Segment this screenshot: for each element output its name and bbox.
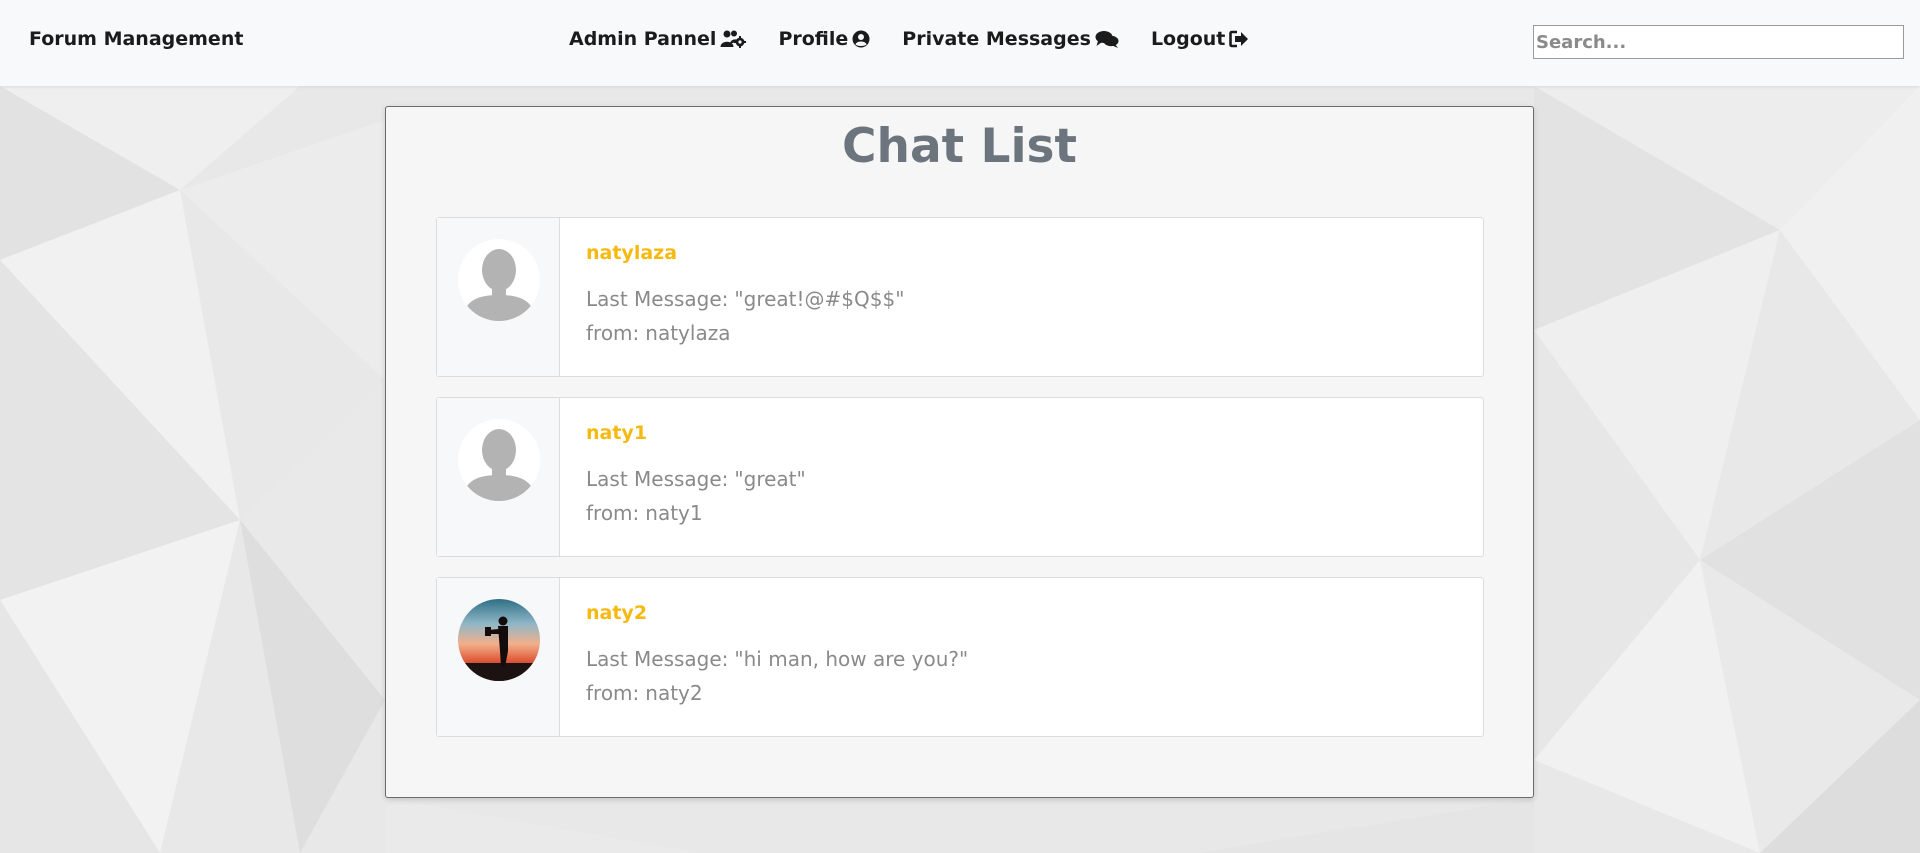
chat-last-message: Last Message: "great!@#$Q$$" [586,287,904,311]
nav-logout-label: Logout [1150,28,1226,50]
chat-last-message: Last Message: "great" [586,467,806,491]
chat-username[interactable]: naty1 [586,422,647,444]
last-message-text: "great!@#$Q$$" [734,287,905,311]
comments-icon [1095,30,1119,48]
nav-admin-panel-link[interactable]: Admin Pannel [569,28,747,50]
chat-from: from: naty2 [586,681,703,705]
nav-private-messages-label: Private Messages [902,28,1091,50]
chat-from: from: naty1 [586,501,703,525]
chat-item-naty1[interactable]: naty1 Last Message: "great" from: naty1 [436,397,1484,557]
chat-avatar-column [437,218,560,376]
search-input[interactable] [1533,25,1904,59]
from-label: from: [586,501,640,525]
chat-item-natylaza[interactable]: natylaza Last Message: "great!@#$Q$$" fro… [436,217,1484,377]
from-user: natylaza [645,321,731,345]
nav-links: Admin Pannel Profile Private Messages Lo… [569,28,1281,50]
nav-logout-link[interactable]: Logout [1151,28,1249,50]
users-cog-icon [720,30,747,48]
from-user: naty1 [645,501,703,525]
nav-profile-label: Profile [778,28,849,50]
page-title: Chat List [842,119,1077,174]
default-avatar [458,419,540,501]
chat-username[interactable]: natylaza [586,242,677,264]
chat-last-message: Last Message: "hi man, how are you?" [586,647,968,671]
nav-admin-panel-label: Admin Pannel [569,28,717,50]
nav-profile-link[interactable]: Profile [778,28,870,50]
chat-list-panel: Chat List natylaza Last Message: "great!@… [385,106,1534,798]
from-user: naty2 [645,681,703,705]
photo-avatar [458,599,540,681]
from-label: from: [586,321,640,345]
chat-body: naty2 Last Message: "hi man, how are you?… [560,578,968,736]
brand-link[interactable]: Forum Management [29,28,243,50]
last-message-label: Last Message: [586,467,729,491]
nav-private-messages-link[interactable]: Private Messages [902,28,1119,50]
default-avatar [458,239,540,321]
chat-username[interactable]: naty2 [586,602,647,624]
last-message-text: "hi man, how are you?" [734,647,969,671]
last-message-label: Last Message: [586,287,729,311]
top-navbar: Forum Management Admin Pannel Profile Pr… [0,0,1920,86]
chat-from: from: natylaza [586,321,730,345]
sign-out-icon [1229,30,1249,48]
chat-avatar-column [437,578,560,736]
chat-body: naty1 Last Message: "great" from: naty1 [560,398,806,556]
chat-body: natylaza Last Message: "great!@#$Q$$" fro… [560,218,904,376]
last-message-text: "great" [734,467,806,491]
last-message-label: Last Message: [586,647,729,671]
chat-avatar-column [437,398,560,556]
chat-item-naty2[interactable]: naty2 Last Message: "hi man, how are you?… [436,577,1484,737]
user-circle-icon [852,30,870,48]
from-label: from: [586,681,640,705]
